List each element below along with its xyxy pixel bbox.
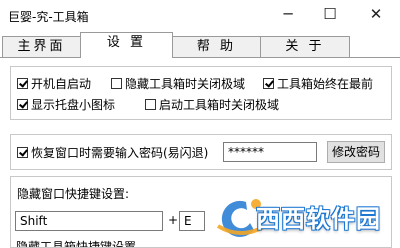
password-label: 恢复窗口时需要输入密码(易闪退) xyxy=(31,145,209,160)
startup-options-group: 开机自启动 隐藏工具箱时关闭极域 工具箱始终在最前 显示托盘小图标 启动工具箱时… xyxy=(10,66,392,120)
auto-start-checkbox[interactable]: 开机自启动 xyxy=(17,75,91,91)
maximize-button[interactable]: ☐ xyxy=(310,2,350,28)
password-checkbox[interactable]: 恢复窗口时需要输入密码(易闪退) xyxy=(17,144,208,160)
watermark-text: 西西软件园 xyxy=(256,205,381,233)
start-close-extreme-label: 启动工具箱时关闭极域 xyxy=(159,97,280,112)
tab-about[interactable]: 关 于 xyxy=(260,36,350,57)
password-input[interactable]: ****** xyxy=(223,142,317,162)
hotkey-key-input[interactable]: E xyxy=(179,211,205,231)
checkbox-checked-icon xyxy=(17,98,28,110)
close-button[interactable]: ✕ xyxy=(356,2,396,28)
checkbox-checked-icon xyxy=(17,146,28,158)
site-watermark: 西西软件园 xyxy=(210,190,400,244)
password-group: 恢复窗口时需要输入密码(易闪退) ****** 修改密码 xyxy=(10,134,392,170)
checkbox-unchecked-icon xyxy=(111,77,122,89)
title-bar: 巨婴-究-工具箱 ─ ☐ ✕ xyxy=(0,0,400,30)
hide-close-extreme-checkbox[interactable]: 隐藏工具箱时关闭极域 xyxy=(111,75,245,91)
minimize-button[interactable]: ─ xyxy=(268,2,308,28)
tray-icon-checkbox[interactable]: 显示托盘小图标 xyxy=(17,96,115,112)
always-on-top-checkbox[interactable]: 工具箱始终在最前 xyxy=(263,75,373,91)
tab-help[interactable]: 帮 助 xyxy=(172,36,261,57)
start-close-extreme-checkbox[interactable]: 启动工具箱时关闭极域 xyxy=(145,96,279,112)
hotkey-label: 隐藏窗口快捷键设置: xyxy=(17,187,130,201)
tab-settings[interactable]: 设 置 xyxy=(80,32,173,58)
hide-close-extreme-label: 隐藏工具箱时关闭极域 xyxy=(125,76,246,91)
tab-main[interactable]: 主界面 xyxy=(2,36,81,57)
auto-start-label: 开机自启动 xyxy=(31,76,92,91)
always-on-top-label: 工具箱始终在最前 xyxy=(277,76,374,91)
tray-icon-label: 显示托盘小图标 xyxy=(31,97,116,112)
next-section-label: 隐藏工具箱快捷键设置 xyxy=(16,240,137,247)
checkbox-checked-icon xyxy=(263,77,274,89)
window-title: 巨婴-究-工具箱 xyxy=(8,10,89,24)
change-password-button[interactable]: 修改密码 xyxy=(327,141,385,163)
checkbox-checked-icon xyxy=(17,77,28,89)
hotkey-modifier-input[interactable]: Shift xyxy=(15,211,163,231)
checkbox-unchecked-icon xyxy=(145,98,156,110)
hotkey-plus-sign: + xyxy=(168,213,179,227)
tab-bar: 主界面 设 置 帮 助 关 于 xyxy=(0,32,400,58)
